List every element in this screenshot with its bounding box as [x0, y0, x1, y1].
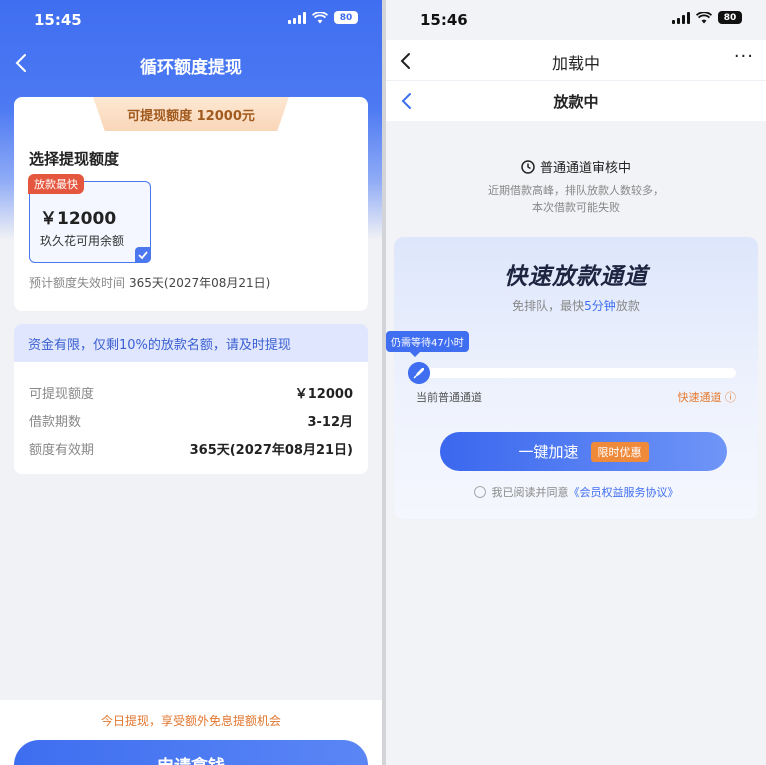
fast-channel-label[interactable]: 快速通道 ⓘ: [678, 389, 737, 405]
agreement-line: 我已阅读并同意《会员权益服务协议》: [394, 484, 758, 500]
bottom-bar: 今日提现，享受额外免息提额机会 申请拿钱: [0, 700, 382, 765]
subtitle-suffix: 放款: [615, 299, 640, 313]
status-icons: 80: [288, 11, 358, 24]
top-nav: 循环额度提现: [0, 44, 382, 84]
detail-label: 额度有效期: [29, 443, 95, 458]
subtitle-prefix: 免排队，最快: [512, 299, 585, 313]
detail-row: 借款期数 3-12月: [29, 411, 353, 431]
detail-value: ￥12000: [294, 387, 353, 402]
page-nav: 放款中: [386, 80, 766, 121]
option-amount: ￥12000: [40, 209, 117, 229]
fast-channel-title: 快速放款通道: [504, 264, 648, 290]
quota-notice: 资金有限，仅剩10%的放款名额，请及时提现: [14, 324, 368, 362]
detail-label: 借款期数: [29, 415, 82, 430]
detail-label: 可提现额度: [29, 387, 95, 402]
rocket-icon: [408, 362, 430, 384]
review-status: 普通通道审核中: [386, 157, 766, 176]
limit-banner-text: 可提现额度 12000元: [127, 108, 255, 124]
expiry-line: 预计额度失效时间 365天(2027年08月21日): [29, 274, 270, 291]
fastest-tag: 放款最快: [28, 174, 84, 194]
promo-text: 今日提现，享受额外免息提额机会: [100, 714, 281, 728]
loading-title: 加载中: [551, 54, 600, 73]
select-title: 选择提现额度: [29, 150, 120, 168]
review-status-text: 普通通道审核中: [539, 161, 631, 176]
normal-channel-label: 当前普通通道: [416, 391, 482, 404]
signal-icon: [288, 11, 306, 24]
clock-icon: [521, 160, 535, 174]
signal-icon: [672, 11, 690, 24]
screenshot-root: 15:45 80 循环额度提现 可提现额度 12000元 选择提现额度 放款最快…: [0, 0, 766, 765]
subtitle-highlight: 5分钟: [584, 299, 616, 313]
wait-tooltip: 仍需等待47小时: [386, 331, 469, 357]
page-title: 循环额度提现: [140, 58, 242, 78]
progress-track: [416, 368, 736, 378]
limit-banner: 可提现额度 12000元: [93, 97, 289, 131]
wifi-icon: [312, 11, 328, 23]
status-icons: 80: [672, 11, 742, 24]
amount-option[interactable]: 放款最快 ￥12000 玖久花可用余额: [28, 174, 151, 263]
fast-channel-subtitle: 免排队，最快5分钟放款: [394, 297, 758, 314]
detail-row: 额度有效期 365天(2027年08月21日): [29, 439, 353, 459]
accelerate-button[interactable]: 一键加速 限时优惠: [440, 432, 727, 471]
radio-icon[interactable]: [473, 486, 486, 498]
apply-button[interactable]: 申请拿钱: [14, 740, 368, 765]
fast-channel-card: 快速放款通道 免排队，最快5分钟放款 仍需等待47小时 当前普通通道 快速通道 …: [386, 237, 758, 519]
accelerate-label: 一键加速: [518, 443, 579, 461]
agree-prefix: 我已阅读并同意: [491, 486, 569, 499]
detail-value: 3-12月: [307, 415, 353, 430]
left-screen: 15:45 80 循环额度提现 可提现额度 12000元 选择提现额度 放款最快…: [0, 0, 382, 765]
withdraw-card: 可提现额度 12000元 选择提现额度 放款最快 ￥12000 玖久花可用余额 …: [14, 97, 368, 311]
status-bar: 15:46 80: [386, 0, 766, 40]
page-title: 放款中: [553, 93, 599, 111]
check-icon: [135, 247, 151, 263]
more-icon[interactable]: ···: [734, 46, 754, 67]
status-time: 15:45: [34, 11, 82, 29]
detail-value: 365天(2027年08月21日): [189, 443, 353, 458]
battery-icon: 80: [718, 11, 742, 24]
expiry-value: 365天(2027年08月21日): [129, 276, 271, 290]
detail-card: 可提现额度 ￥12000 借款期数 3-12月 额度有效期 365天(2027年…: [14, 362, 368, 474]
battery-icon: 80: [334, 11, 358, 24]
right-screen: 15:46 80 加载中 ··· 放款中 普通通道审核中 近期借款高峰，排队放款…: [386, 0, 766, 765]
expiry-label: 预计额度失效时间: [29, 276, 126, 290]
status-bar: 15:45 80: [0, 0, 382, 40]
agreement-link[interactable]: 《会员权益服务协议》: [569, 486, 679, 499]
wifi-icon: [696, 11, 712, 23]
review-desc-line2: 本次借款可能失败: [532, 201, 620, 214]
limited-offer-badge: 限时优惠: [590, 441, 649, 462]
browser-nav: 加载中 ···: [386, 40, 766, 80]
option-desc: 玖久花可用余额: [40, 234, 125, 248]
status-time: 15:46: [420, 11, 468, 29]
detail-row: 可提现额度 ￥12000: [29, 383, 353, 403]
review-desc-line1: 近期借款高峰，排队放款人数较多，: [488, 184, 664, 197]
